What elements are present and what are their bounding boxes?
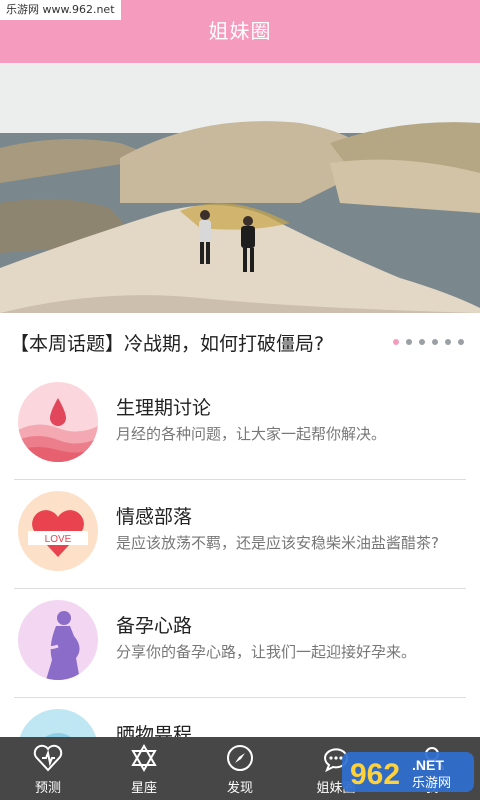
tab-label: 星座 — [130, 781, 157, 796]
brand-logo-number: 962 — [350, 758, 400, 791]
carousel-dot — [406, 339, 412, 345]
list-item-title: 情感部落 — [116, 506, 193, 528]
banner-photo — [0, 63, 480, 313]
list-item-title: 生理期讨论 — [116, 397, 212, 419]
tab-predict[interactable]: 预测 — [0, 737, 96, 800]
brand-logo-sub: 乐游网 — [412, 776, 451, 791]
star-of-david-icon — [131, 744, 157, 772]
carousel-dot — [393, 339, 399, 345]
tab-discover[interactable]: 发现 — [192, 737, 288, 800]
love-heart-icon: LOVE — [18, 491, 98, 571]
tab-horoscope[interactable]: 星座 — [96, 737, 192, 800]
blood-drop-icon — [18, 382, 98, 462]
carousel-dot — [419, 339, 425, 345]
list-item-emotion[interactable]: LOVE 情感部落 是应该放荡不羁，还是应该安稳柴米油盐酱醋茶? — [0, 480, 480, 589]
weekly-topic-text: 【本周话题】冷战期，如何打破僵局? — [10, 333, 325, 355]
list-item-desc: 分享你的备孕心路，让我们一起迎接好孕来。 — [116, 643, 417, 661]
heart-pulse-icon — [33, 744, 63, 772]
love-badge-text: LOVE — [45, 534, 72, 545]
list-item-desc: 是应该放荡不羁，还是应该安稳柴米油盐酱醋茶? — [116, 534, 439, 552]
carousel-dot — [445, 339, 451, 345]
banner-image[interactable] — [0, 63, 480, 313]
tab-label: 发现 — [226, 781, 253, 796]
compass-icon — [227, 745, 253, 771]
carousel-dot — [432, 339, 438, 345]
list-item-pregnancy[interactable]: 备孕心路 分享你的备孕心路，让我们一起迎接好孕来。 — [0, 589, 480, 698]
carousel-dot — [458, 339, 464, 345]
watermark: 乐游网 www.962.net — [0, 0, 121, 20]
list-item-desc: 月经的各种问题，让大家一起帮你解决。 — [116, 425, 387, 443]
pregnant-woman-icon — [18, 600, 98, 680]
list-item-period[interactable]: 生理期讨论 月经的各种问题，让大家一起帮你解决。 — [0, 371, 480, 480]
brand-logo-suffix: .NET — [412, 757, 444, 773]
list-item-title: 备孕心路 — [116, 615, 193, 637]
tab-label: 预测 — [34, 781, 61, 796]
brand-watermark-logo: 962 .NET 乐游网 — [340, 740, 476, 796]
